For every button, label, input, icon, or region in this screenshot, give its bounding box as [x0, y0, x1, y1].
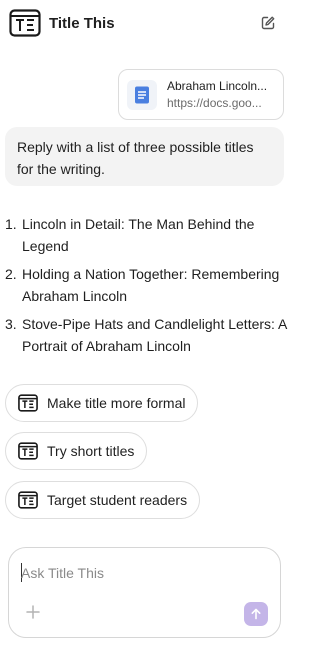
text-cursor-icon — [18, 441, 38, 461]
list-item-text: Holding a Nation Together: Remembering A… — [22, 266, 280, 304]
text-cursor-logo-icon — [9, 7, 41, 39]
suggestion-chip-formal[interactable]: Make title more formal — [5, 384, 199, 422]
google-docs-icon — [127, 79, 157, 110]
new-chat-button[interactable] — [259, 14, 277, 32]
attachment-title: Abraham Lincoln... — [167, 79, 268, 93]
suggestion-chip-student[interactable]: Target student readers — [5, 481, 201, 519]
list-item: 2. Holding a Nation Together: Rememberin… — [5, 263, 287, 307]
list-item-number: 1. — [5, 216, 17, 232]
add-attachment-button[interactable] — [24, 603, 42, 621]
suggestion-chip-label: Try short titles — [47, 443, 135, 459]
chat-panel: Title This Abraham Lincoln... https://do… — [0, 0, 289, 647]
attached-document-card[interactable]: Abraham Lincoln... https://docs.goo... — [118, 69, 284, 120]
text-cursor-icon — [18, 393, 38, 413]
composer — [8, 547, 281, 638]
header: Title This — [9, 7, 277, 39]
user-message: Reply with a list of three possible titl… — [5, 127, 284, 186]
list-item: 1. Lincoln in Detail: The Man Behind the… — [5, 213, 287, 257]
message-input[interactable] — [21, 562, 266, 584]
attachment-text: Abraham Lincoln... https://docs.goo... — [167, 79, 267, 110]
list-item-text: Stove-Pipe Hats and Candlelight Letters:… — [22, 316, 287, 354]
suggestion-chip-short[interactable]: Try short titles — [5, 432, 148, 470]
plus-icon — [26, 605, 40, 619]
list-item-text: Lincoln in Detail: The Man Behind the Le… — [22, 216, 255, 254]
text-cursor-icon — [18, 490, 38, 510]
list-item-number: 2. — [5, 266, 17, 282]
assistant-answer: 1. Lincoln in Detail: The Man Behind the… — [5, 213, 287, 363]
list-item-number: 3. — [5, 316, 17, 332]
suggestion-chip-label: Make title more formal — [47, 395, 186, 411]
edit-square-icon — [261, 16, 275, 30]
list-item: 3. Stove-Pipe Hats and Candlelight Lette… — [5, 313, 287, 357]
arrow-up-icon — [251, 608, 261, 620]
title-list: 1. Lincoln in Detail: The Man Behind the… — [5, 213, 287, 357]
app-title: Title This — [49, 14, 115, 32]
send-button[interactable] — [244, 602, 268, 626]
suggestion-chip-label: Target student readers — [47, 492, 188, 508]
attachment-url: https://docs.goo... — [167, 96, 262, 110]
